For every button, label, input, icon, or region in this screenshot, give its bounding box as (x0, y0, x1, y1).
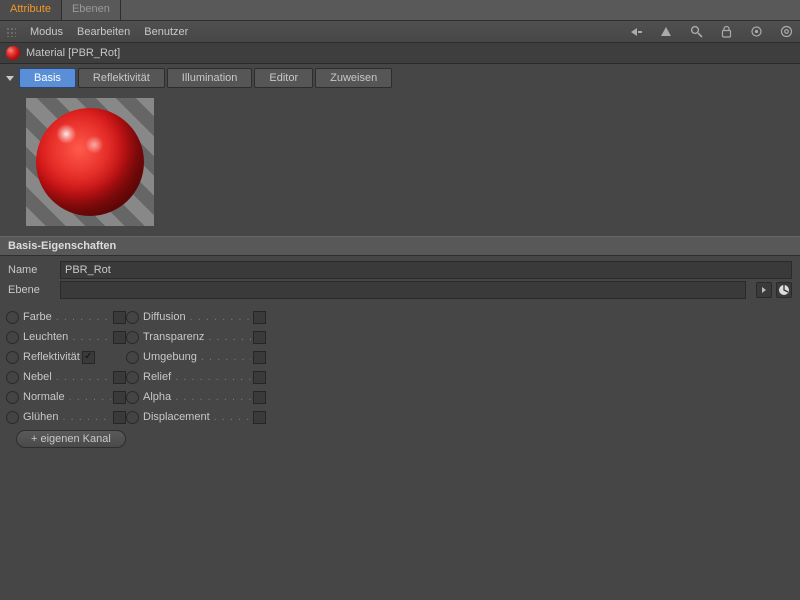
back-icon[interactable] (628, 24, 644, 40)
channel-tabs: BasisReflektivitätIlluminationEditorZuwe… (19, 68, 392, 88)
channel-checkbox[interactable] (253, 391, 266, 404)
channel-checkbox[interactable] (113, 391, 126, 404)
channel-label[interactable]: Leuchten . . . . . . (23, 331, 111, 343)
channel-checkbox[interactable] (113, 311, 126, 324)
channel-row-glühen: Glühen . . . . . . . . (6, 408, 126, 426)
channel-radio[interactable] (6, 411, 19, 424)
drag-grip-icon[interactable] (6, 27, 16, 37)
channel-checkbox[interactable] (253, 411, 266, 424)
channel-radio[interactable] (126, 311, 139, 324)
channel-row-farbe: Farbe . . . . . . . . . (6, 308, 126, 326)
channel-row-umgebung: Umgebung . . . . . . . . . . . . (126, 348, 266, 366)
preview-sphere-icon (36, 108, 144, 216)
up-arrow-icon[interactable] (658, 24, 674, 40)
section-heading: Basis-Eigenschaften (0, 236, 800, 256)
add-channel-button[interactable]: + eigenen Kanal (16, 430, 126, 448)
channel-label[interactable]: Nebel . . . . . . . . . (23, 371, 111, 383)
channel-checkbox[interactable] (253, 331, 266, 344)
channel-radio[interactable] (126, 351, 139, 364)
window-tabs: Attribute Ebenen (0, 0, 800, 21)
menu-edit[interactable]: Bearbeiten (77, 26, 130, 38)
menu-mode[interactable]: Modus (30, 26, 63, 38)
channel-radio[interactable] (126, 391, 139, 404)
channel-tab-illumination[interactable]: Illumination (167, 68, 253, 88)
channel-label[interactable]: Normale . . . . . . . (23, 391, 111, 403)
channel-radio[interactable] (126, 371, 139, 384)
preview-area (0, 92, 800, 236)
material-preview[interactable] (26, 98, 154, 226)
channel-label[interactable]: Umgebung . . . . . . . . . . . . (143, 351, 251, 363)
channel-radio[interactable] (126, 331, 139, 344)
channel-tabs-row: BasisReflektivitätIlluminationEditorZuwe… (0, 64, 800, 92)
channel-label[interactable]: Transparenz . . . . . . . . (143, 331, 251, 343)
channel-row-nebel: Nebel . . . . . . . . . (6, 368, 126, 386)
channel-checkbox[interactable] (253, 371, 266, 384)
channel-label[interactable]: Diffusion . . . . . . . . . . . (143, 311, 251, 323)
layer-picker-button[interactable] (776, 282, 792, 298)
channel-radio[interactable] (126, 411, 139, 424)
layer-dropdown-button[interactable] (756, 282, 772, 298)
channel-label[interactable]: Relief . . . . . . . . . . . . . . . (143, 371, 251, 383)
channel-checkbox[interactable] (113, 411, 126, 424)
channel-checkbox[interactable] (113, 371, 126, 384)
channel-checkbox[interactable] (253, 311, 266, 324)
channel-tab-editor[interactable]: Editor (254, 68, 313, 88)
channel-row-diffusion: Diffusion . . . . . . . . . . . (126, 308, 266, 326)
channel-label[interactable]: Farbe . . . . . . . . . (23, 311, 111, 323)
channel-radio[interactable] (6, 391, 19, 404)
channel-label[interactable]: Alpha . . . . . . . . . . . . . . . . (143, 391, 251, 403)
channel-tab-zuweisen[interactable]: Zuweisen (315, 68, 392, 88)
tab-attribute[interactable]: Attribute (0, 0, 62, 20)
collapse-toggle-icon[interactable] (6, 76, 14, 81)
layer-input[interactable] (60, 281, 746, 299)
channel-list: Farbe . . . . . . . . . Diffusion . . . .… (0, 304, 800, 426)
channel-radio[interactable] (6, 371, 19, 384)
material-swatch-icon (6, 46, 20, 60)
channel-radio[interactable] (6, 351, 19, 364)
channel-row-normale: Normale . . . . . . . (6, 388, 126, 406)
channel-row-relief: Relief . . . . . . . . . . . . . . . (126, 368, 266, 386)
channel-row-leuchten: Leuchten . . . . . . (6, 328, 126, 346)
channel-label[interactable]: Glühen . . . . . . . . (23, 411, 111, 423)
channel-checkbox[interactable] (113, 331, 126, 344)
layer-label: Ebene (8, 284, 54, 296)
search-icon[interactable] (688, 24, 704, 40)
name-label: Name (8, 264, 54, 276)
menubar: Modus Bearbeiten Benutzer (0, 21, 800, 43)
channel-label[interactable]: Reflektivität (23, 351, 80, 363)
target-icon[interactable] (748, 24, 764, 40)
channel-label[interactable]: Displacement . . . . . . . (143, 411, 251, 423)
channel-radio[interactable] (6, 311, 19, 324)
lock-icon[interactable] (718, 24, 734, 40)
material-header: Material [PBR_Rot] (0, 43, 800, 64)
channel-tab-reflektivität[interactable]: Reflektivität (78, 68, 165, 88)
channel-checkbox[interactable] (253, 351, 266, 364)
channel-tab-basis[interactable]: Basis (19, 68, 76, 88)
channel-radio[interactable] (6, 331, 19, 344)
material-title: Material [PBR_Rot] (26, 47, 120, 59)
channel-checkbox[interactable] (82, 351, 95, 364)
tab-layers[interactable]: Ebenen (62, 0, 121, 20)
channel-row-reflektivität: Reflektivität (6, 348, 126, 366)
menu-user[interactable]: Benutzer (144, 26, 188, 38)
channel-row-transparenz: Transparenz . . . . . . . . (126, 328, 266, 346)
property-fields: Name Ebene (0, 256, 800, 304)
channel-row-displacement: Displacement . . . . . . . (126, 408, 266, 426)
channel-row-alpha: Alpha . . . . . . . . . . . . . . . . (126, 388, 266, 406)
name-input[interactable] (60, 261, 792, 279)
settings-icon[interactable] (778, 24, 794, 40)
